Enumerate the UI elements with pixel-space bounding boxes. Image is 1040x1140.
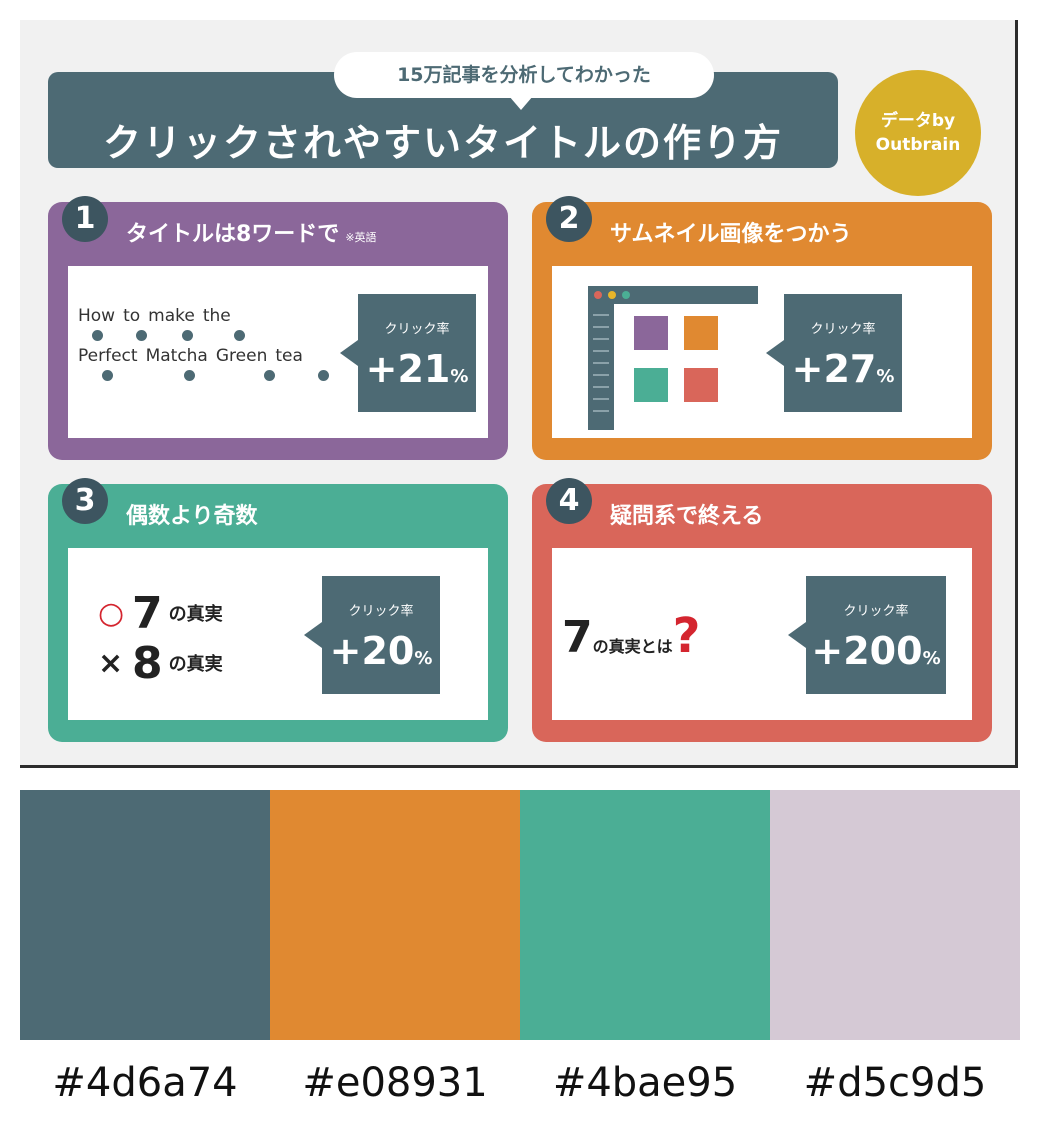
palette-swatch-1 (20, 790, 270, 1040)
palette-swatch-3 (520, 790, 770, 1040)
tip-note: ※英語 (345, 231, 377, 244)
tip-panel: How to make the Perfect Matcha Green tea (68, 266, 488, 438)
word-row: How to make the (78, 306, 348, 326)
word: tea (275, 346, 303, 366)
click-rate-badge: クリック率 +200% (788, 576, 946, 694)
thumbnail-mockup-icon (588, 286, 758, 430)
word: How (78, 306, 116, 326)
word-dot (318, 370, 329, 381)
palette-label-4: #d5c9d5 (803, 1060, 987, 1106)
tip-number: 1 (62, 196, 108, 242)
odd-even-example: ○ 7 の真実 × 8 の真実 (98, 587, 223, 689)
word: make (148, 306, 195, 326)
palette-label-3: #4bae95 (552, 1060, 738, 1106)
word: Matcha (145, 346, 208, 366)
click-rate-badge: クリック率 +27% (766, 294, 902, 412)
question-mark-icon: ? (672, 608, 701, 664)
word-dot (184, 370, 195, 381)
tip-heading: 偶数より奇数 (126, 504, 258, 529)
tip-number: 3 (62, 478, 108, 524)
infographic: 15万記事を分析してわかった クリックされやすいタイトルの作り方 データby O… (20, 20, 1018, 768)
palette-swatch-2 (270, 790, 520, 1040)
even-row: × 8 の真実 (98, 637, 223, 689)
word-dot (102, 370, 113, 381)
click-rate-value: +21% (365, 347, 469, 391)
palette-label-2: #e08931 (302, 1060, 488, 1106)
question-example: 7 の真実とは ? (562, 608, 701, 664)
thumbnail-square (684, 368, 718, 402)
click-rate-value: +200% (811, 629, 941, 673)
click-rate-badge: クリック率 +21% (340, 294, 476, 412)
click-rate-label: クリック率 (810, 322, 876, 337)
thumbnail-square (684, 316, 718, 350)
palette-label-1: #4d6a74 (52, 1060, 238, 1106)
tip-card-2: 2 サムネイル画像をつかう クリック率 +27% (532, 196, 992, 460)
click-rate-badge: クリック率 +20% (304, 576, 440, 694)
data-source-line2: Outbrain (875, 135, 961, 155)
thumbnail-square (634, 368, 668, 402)
circle-icon: ○ (98, 595, 125, 631)
word: the (202, 306, 231, 326)
tip-panel: ○ 7 の真実 × 8 の真実 クリック率 +20% (68, 548, 488, 720)
word: to (123, 306, 141, 326)
tip-heading: タイトルは8ワードで ※英語 (126, 222, 377, 247)
tip-number: 4 (546, 478, 592, 524)
word-row: Perfect Matcha Green tea (78, 346, 348, 366)
word-dots (78, 366, 348, 386)
click-rate-value: +27% (791, 347, 895, 391)
tip-card-3: 3 偶数より奇数 ○ 7 の真実 × 8 の真実 クリック率 +20% (48, 478, 508, 742)
data-source-line1: データby (880, 111, 956, 131)
tip-heading: 疑問系で終える (610, 504, 764, 529)
word-example: How to make the Perfect Matcha Green tea (78, 306, 348, 386)
tip-card-1: 1 タイトルは8ワードで ※英語 How to make the Perfect… (48, 196, 508, 460)
click-rate-value: +20% (329, 629, 433, 673)
main-title: クリックされやすいタイトルの作り方 (102, 121, 783, 165)
cross-icon: × (98, 645, 124, 681)
tip-panel: クリック率 +27% (552, 266, 972, 438)
word-dots (78, 326, 348, 346)
tip-number: 2 (546, 196, 592, 242)
click-rate-label: クリック率 (348, 604, 414, 619)
word-dot (234, 330, 245, 341)
word: Green (215, 346, 268, 366)
odd-row: ○ 7 の真実 (98, 587, 223, 639)
word-dot (264, 370, 275, 381)
tip-panel: 7 の真実とは ? クリック率 +200% (552, 548, 972, 720)
word-dot (182, 330, 193, 341)
data-source-badge: データby Outbrain (855, 70, 981, 196)
subtitle-bubble: 15万記事を分析してわかった (334, 52, 714, 110)
word-dot (92, 330, 103, 341)
word: Perfect (78, 346, 138, 366)
tip-heading: サムネイル画像をつかう (610, 222, 852, 247)
click-rate-label: クリック率 (843, 604, 909, 619)
tip-card-4: 4 疑問系で終える 7 の真実とは ? クリック率 +200% (532, 478, 992, 742)
click-rate-label: クリック率 (384, 322, 450, 337)
thumbnail-square (634, 316, 668, 350)
palette-swatch-4 (770, 790, 1020, 1040)
word-dot (136, 330, 147, 341)
